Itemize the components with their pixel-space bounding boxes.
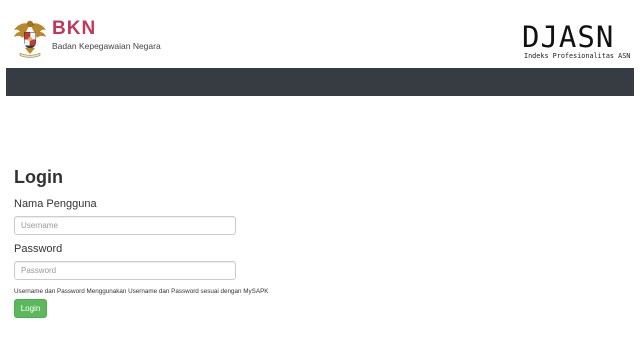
app-subtitle: Indeks Profesionalitas ASN xyxy=(524,52,631,60)
login-button[interactable]: Login xyxy=(14,299,47,318)
login-hint: Username dan Password Menggunakan Userna… xyxy=(14,288,269,295)
djasn-logo[interactable]: DJASN Indeks Profesionalitas ASN xyxy=(522,22,632,60)
brand-name: BKN xyxy=(52,18,97,39)
brand-text: BKN Badan Kepegawaian Negara xyxy=(52,19,161,52)
password-input[interactable] xyxy=(14,261,236,280)
bkn-logo[interactable]: BKN Badan Kepegawaian Negara xyxy=(12,18,161,58)
form-title: Login xyxy=(14,167,63,187)
login-page: BKN Badan Kepegawaian Negara DJASN Indek… xyxy=(0,0,640,360)
header: BKN Badan Kepegawaian Negara DJASN Indek… xyxy=(0,0,640,68)
password-label: Password xyxy=(14,243,63,255)
username-input[interactable] xyxy=(14,216,236,235)
login-form: Login Nama Pengguna Password Username da… xyxy=(14,166,334,318)
app-name: DJASN xyxy=(522,20,615,54)
brand-subtitle: Badan Kepegawaian Negara xyxy=(52,41,161,51)
garuda-emblem-icon xyxy=(14,20,46,58)
username-label: Nama Pengguna xyxy=(14,198,97,210)
navbar xyxy=(6,68,634,96)
